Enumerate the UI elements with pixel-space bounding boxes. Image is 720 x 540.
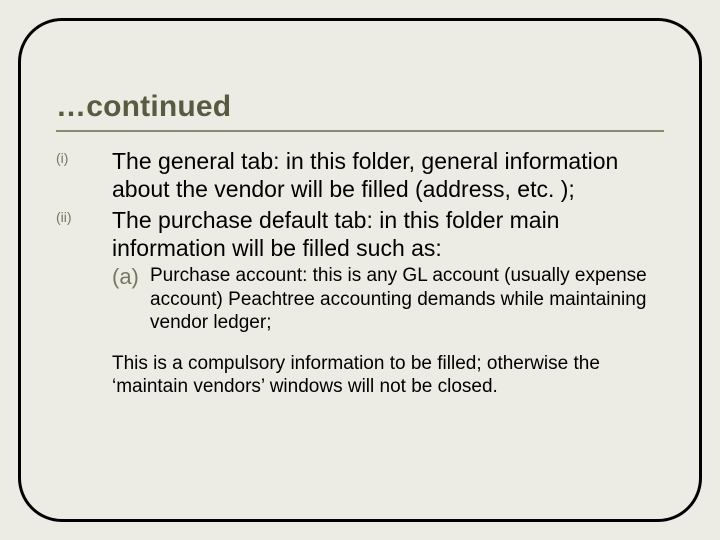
title-underline: …continued (56, 90, 664, 132)
list-marker-i: (i) (56, 150, 68, 166)
list-item-text: The purchase default tab: in this folder… (112, 207, 664, 262)
sub-list-marker-a: (a) (112, 264, 139, 290)
slide: …continued (i) The general tab: in this … (0, 0, 720, 540)
slide-title: …continued (56, 90, 664, 124)
ordered-list: (i) The general tab: in this folder, gen… (56, 148, 664, 334)
list-item: (i) The general tab: in this folder, gen… (56, 148, 664, 203)
content-area: …continued (i) The general tab: in this … (56, 90, 664, 398)
sub-list-item-text: Purchase account: this is any GL account… (150, 264, 664, 334)
sub-list-item: (a) Purchase account: this is any GL acc… (112, 264, 664, 334)
list-item-text: The general tab: in this folder, general… (112, 148, 664, 203)
list-item: (ii) The purchase default tab: in this f… (56, 207, 664, 334)
list-marker-ii: (ii) (56, 209, 72, 225)
note-paragraph: This is a compulsory information to be f… (56, 352, 664, 398)
